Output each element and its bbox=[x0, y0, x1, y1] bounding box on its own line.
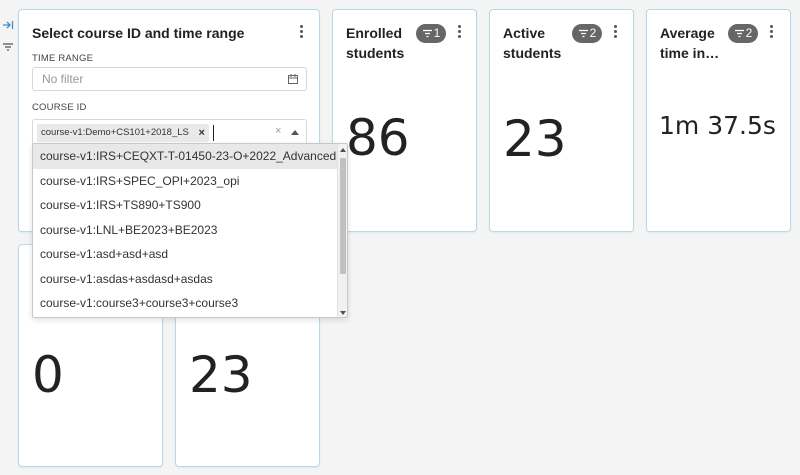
metric-value: 23 bbox=[503, 110, 567, 168]
scrollbar-thumb[interactable] bbox=[340, 158, 346, 274]
text-cursor bbox=[213, 125, 214, 141]
dropdown-option[interactable]: course-v1:IRS+CEQXT-T-01450-23-O+2022_Ad… bbox=[33, 144, 338, 169]
metric-title: Active students bbox=[503, 25, 562, 61]
metric-title: Average time in… bbox=[660, 25, 720, 61]
time-range-placeholder: No filter bbox=[42, 72, 84, 86]
filter-icon bbox=[422, 29, 432, 38]
time-range-label: TIME RANGE bbox=[32, 53, 94, 64]
calendar-icon[interactable] bbox=[288, 74, 298, 84]
left-rail bbox=[0, 0, 16, 475]
metric-card-avg-time: Average time in… 2 1m 37.5s bbox=[646, 9, 791, 232]
selected-course-chip-label: course-v1:Demo+CS101+2018_LS bbox=[41, 127, 189, 138]
course-id-label: COURSE ID bbox=[32, 102, 87, 113]
filter-icon bbox=[734, 29, 744, 38]
filter-count: 2 bbox=[745, 26, 753, 40]
course-id-select[interactable]: course-v1:Demo+CS101+2018_LS × × bbox=[32, 119, 307, 146]
scroll-down-arrow[interactable] bbox=[340, 311, 346, 315]
filter-icon[interactable] bbox=[2, 41, 14, 53]
metric-value: 1m 37.5s bbox=[659, 111, 776, 140]
dropdown-option[interactable]: course-v1:IRS+SPEC_OPI+2023_opi bbox=[33, 169, 338, 194]
metric-value: 0 bbox=[32, 346, 64, 404]
chip-remove-icon[interactable]: × bbox=[198, 124, 204, 142]
dropdown-option[interactable]: course-v1:course3+course3+course3 bbox=[33, 291, 338, 316]
filter-count-badge[interactable]: 2 bbox=[728, 24, 758, 43]
filter-count: 1 bbox=[433, 26, 441, 40]
metric-title: Enrolled students bbox=[346, 25, 405, 61]
dropdown-option[interactable]: course-v1:asd+asd+asd bbox=[33, 242, 338, 267]
course-id-dropdown: course-v1:IRS+CEQXT-T-01450-23-O+2022_Ad… bbox=[32, 143, 348, 318]
time-range-input[interactable]: No filter bbox=[32, 67, 307, 91]
selected-course-chip: course-v1:Demo+CS101+2018_LS × bbox=[37, 124, 209, 142]
clear-selection-icon[interactable]: × bbox=[275, 125, 281, 137]
more-options-icon[interactable] bbox=[610, 24, 620, 40]
filter-icon bbox=[578, 29, 588, 38]
dropdown-option[interactable]: course-v1:IRS+TS890+TS900 bbox=[33, 193, 338, 218]
dropdown-option[interactable]: course-v1:asdas+asdasd+asdas bbox=[33, 267, 338, 292]
dropdown-option[interactable]: course-v1:LNL+BE2023+BE2023 bbox=[33, 218, 338, 243]
scroll-up-arrow[interactable] bbox=[340, 148, 346, 152]
filter-card-title: Select course ID and time range bbox=[32, 25, 245, 41]
metric-card-enrolled: Enrolled students 1 86 bbox=[332, 9, 477, 232]
filter-count: 2 bbox=[589, 26, 597, 40]
chevron-up-icon[interactable] bbox=[291, 130, 299, 135]
more-options-icon[interactable] bbox=[766, 24, 776, 40]
metric-value: 23 bbox=[189, 346, 253, 404]
metric-value: 86 bbox=[346, 109, 410, 167]
dropdown-scrollbar[interactable] bbox=[337, 144, 347, 317]
more-options-icon[interactable] bbox=[296, 24, 306, 40]
metric-card-active: Active students 2 23 bbox=[489, 9, 634, 232]
filter-count-badge[interactable]: 2 bbox=[572, 24, 602, 43]
more-options-icon[interactable] bbox=[454, 24, 464, 40]
filter-count-badge[interactable]: 1 bbox=[416, 24, 446, 43]
expand-right-icon[interactable] bbox=[2, 19, 14, 31]
